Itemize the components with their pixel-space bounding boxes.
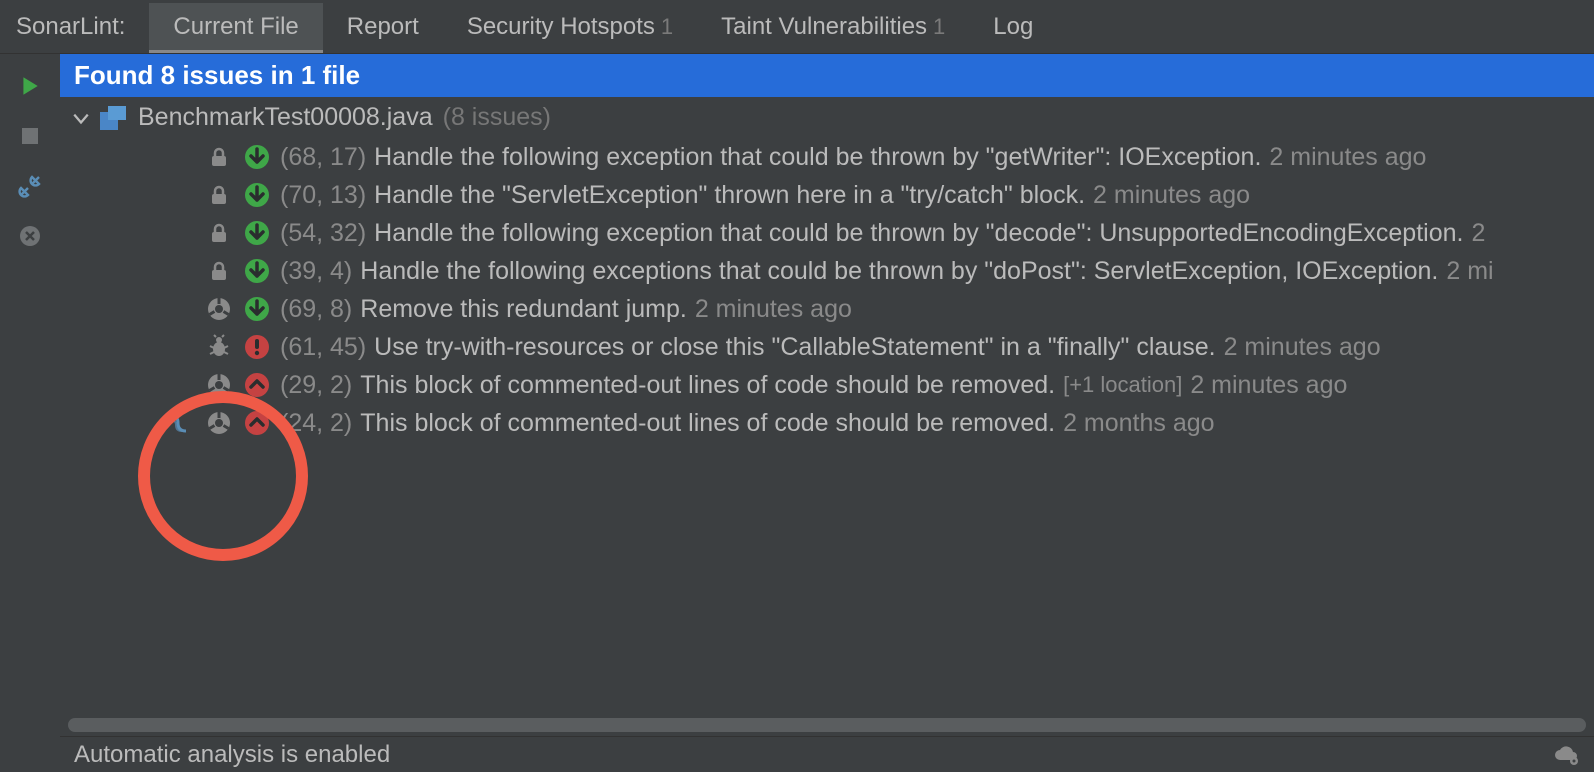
issue-age: 2 minutes ago: [695, 295, 852, 324]
issue-row[interactable]: (24, 2) This block of commented-out line…: [60, 404, 1594, 442]
issue-age: 2 minutes ago: [1093, 181, 1250, 210]
smell-icon: [204, 408, 234, 438]
issue-location: (24, 2): [280, 409, 352, 438]
tab-label: Log: [993, 13, 1033, 41]
tab-log[interactable]: Log: [969, 3, 1057, 51]
severity-icon: [242, 332, 272, 362]
issue-message: Remove this redundant jump.: [360, 295, 687, 324]
issue-message: Handle the following exceptions that cou…: [360, 257, 1438, 286]
horizontal-scrollbar[interactable]: [68, 718, 1586, 732]
issue-message: This block of commented-out lines of cod…: [360, 409, 1055, 438]
issue-location: (68, 17): [280, 143, 366, 172]
issue-location: (61, 45): [280, 333, 366, 362]
issue-row[interactable]: (54, 32) Handle the following exception …: [60, 214, 1594, 252]
left-toolbar: [0, 54, 60, 772]
tab-label: Taint Vulnerabilities: [721, 13, 927, 41]
issue-message: This block of commented-out lines of cod…: [360, 371, 1055, 400]
issue-row[interactable]: (70, 13) Handle the "ServletException" t…: [60, 176, 1594, 214]
issue-message: Use try-with-resources or close this "Ca…: [374, 333, 1215, 362]
issue-age: 2 minutes ago: [1224, 333, 1381, 362]
status-bar: Automatic analysis is enabled: [60, 736, 1594, 772]
issue-row[interactable]: (68, 17) Handle the following exception …: [60, 138, 1594, 176]
tab-count: 1: [661, 14, 673, 40]
issue-location: (70, 13): [280, 181, 366, 210]
connected-mode-icon: [160, 409, 196, 437]
tab-label: Current File: [173, 13, 298, 41]
bug-icon: [204, 332, 234, 362]
issue-age: 2 minutes ago: [1190, 371, 1347, 400]
issue-location: (54, 32): [280, 219, 366, 248]
stop-icon[interactable]: [16, 122, 44, 150]
cloud-settings-icon[interactable]: [1552, 744, 1580, 766]
tab-label: Security Hotspots: [467, 13, 655, 41]
tools-icon[interactable]: [16, 172, 44, 200]
smell-icon: [204, 370, 234, 400]
lock-icon: [204, 256, 234, 286]
tab-current-file[interactable]: Current File: [149, 3, 322, 51]
tab-report[interactable]: Report: [323, 3, 443, 51]
issue-row[interactable]: (29, 2) This block of commented-out line…: [60, 366, 1594, 404]
file-issue-count: (8 issues): [443, 103, 551, 132]
issue-row[interactable]: (39, 4) Handle the following exceptions …: [60, 252, 1594, 290]
issue-age: 2 months ago: [1063, 409, 1215, 438]
issue-age: 2 mi: [1446, 257, 1493, 286]
tab-security-hotspots[interactable]: Security Hotspots1: [443, 3, 697, 51]
severity-icon: [242, 370, 272, 400]
lock-icon: [204, 218, 234, 248]
tab-taint-vulnerabilities[interactable]: Taint Vulnerabilities1: [697, 3, 969, 51]
severity-icon: [242, 142, 272, 172]
lock-icon: [204, 142, 234, 172]
severity-icon: [242, 180, 272, 210]
issue-message: Handle the following exception that coul…: [374, 143, 1261, 172]
file-name: BenchmarkTest00008.java: [138, 103, 433, 132]
issues-panel: Found 8 issues in 1 file BenchmarkTest00…: [60, 54, 1594, 772]
tab-label: Report: [347, 13, 419, 41]
tab-count: 1: [933, 14, 945, 40]
summary-header[interactable]: Found 8 issues in 1 file: [60, 54, 1594, 97]
issue-location: (39, 4): [280, 257, 352, 286]
issue-age: 2 minutes ago: [1269, 143, 1426, 172]
close-icon[interactable]: [16, 222, 44, 250]
issue-location: (69, 8): [280, 295, 352, 324]
issue-message: Handle the following exception that coul…: [374, 219, 1463, 248]
issue-age: 2: [1471, 219, 1485, 248]
severity-icon: [242, 408, 272, 438]
status-text: Automatic analysis is enabled: [74, 741, 390, 769]
issue-message: Handle the "ServletException" thrown her…: [374, 181, 1085, 210]
severity-icon: [242, 256, 272, 286]
file-node[interactable]: BenchmarkTest00008.java (8 issues): [60, 97, 1594, 138]
severity-icon: [242, 294, 272, 324]
tool-name: SonarLint:: [16, 13, 125, 41]
chevron-down-icon[interactable]: [72, 109, 90, 127]
issue-location: (29, 2): [280, 371, 352, 400]
java-file-icon: [100, 106, 128, 130]
smell-icon: [204, 294, 234, 324]
issue-row[interactable]: (69, 8) Remove this redundant jump. 2 mi…: [60, 290, 1594, 328]
lock-icon: [204, 180, 234, 210]
severity-icon: [242, 218, 272, 248]
issue-extra-locations: [+1 location]: [1063, 372, 1182, 398]
tab-bar: SonarLint: Current File Report Security Ho…: [0, 0, 1594, 54]
issue-row[interactable]: (61, 45) Use try-with-resources or close…: [60, 328, 1594, 366]
run-icon[interactable]: [16, 72, 44, 100]
